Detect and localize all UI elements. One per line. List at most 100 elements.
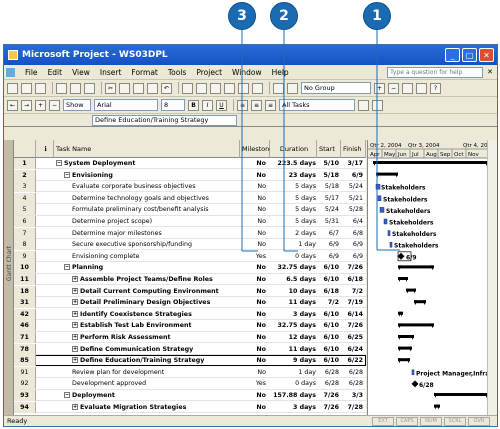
finish-cell[interactable]: 6/24 [341,344,363,355]
duration-cell[interactable]: 157.88 days [270,390,316,401]
milestone-cell[interactable]: No [240,274,266,285]
expand-icon[interactable]: + [72,299,78,306]
assign-resources-icon[interactable] [252,82,263,94]
duration-cell[interactable]: 0 days [270,378,316,389]
row-id[interactable]: 1 [14,158,36,169]
duration-cell[interactable]: 0 days [270,251,316,262]
milestone-cell[interactable]: No [240,228,266,239]
finish-cell[interactable]: 5/21 [341,193,363,204]
header-task-name[interactable]: Task Name [54,140,240,158]
row-id[interactable]: 91 [14,366,36,378]
finish-cell[interactable]: 5/24 [341,181,363,192]
task-name[interactable]: + Define Communication Strategy [56,344,238,355]
start-cell[interactable]: 6/9 [317,251,339,262]
row-id[interactable]: 42 [14,308,36,320]
finish-cell[interactable]: 6/25 [341,332,363,343]
help-icon[interactable]: ? [430,82,441,94]
finish-cell[interactable]: 6/28 [341,378,363,389]
task-name[interactable]: − Deployment [56,390,238,401]
milestone-cell[interactable]: Yes [240,251,266,262]
goto-task-icon[interactable] [402,82,413,94]
task-name[interactable]: Evaluate corporate business objectives [56,181,238,192]
outdent-icon[interactable]: ← [7,99,18,111]
task-row[interactable]: 2− Envisioning No 23 days 5/18 6/9 [14,169,366,181]
duration-cell[interactable]: 12 days [270,332,316,343]
task-row[interactable]: 46 + Establish Test Lab Environment No 32.75… [14,320,366,332]
task-row[interactable]: 1− System Deployment No 223.5 days 5/10 3/17 [14,158,366,170]
finish-cell[interactable]: 7/26 [341,320,363,331]
open-icon[interactable] [21,82,32,94]
task-info-icon[interactable] [224,82,235,94]
menu-edit[interactable]: Edit [48,68,63,77]
row-id[interactable]: 92 [14,378,36,390]
hide-subtasks-icon[interactable]: − [49,99,60,111]
task-name[interactable]: + Define Education/Training Strategy [56,355,238,366]
header-finish[interactable]: Finish [341,140,366,158]
start-cell[interactable]: 5/18 [317,170,339,181]
duration-cell[interactable]: 11 days [270,297,316,308]
row-id[interactable]: 94 [14,401,36,413]
row-id[interactable]: 71 [14,332,36,343]
milestone-cell[interactable]: No [240,309,266,320]
expand-icon[interactable]: + [72,345,78,352]
align-left-icon[interactable]: ≡ [237,99,248,111]
start-cell[interactable]: 6/10 [317,344,339,355]
task-row[interactable]: 6 Determine project scope) No 5 days 5/31 6/4 [14,216,366,228]
expand-icon[interactable]: + [72,334,78,340]
zoom-in-icon[interactable]: + [374,82,385,94]
duration-cell[interactable]: 5 days [270,193,316,204]
row-id[interactable]: 10 [14,262,36,274]
task-name[interactable]: Determine major milestones [56,228,238,239]
row-id[interactable]: 85 [14,355,36,367]
align-center-icon[interactable]: ≡ [251,99,262,111]
header-start[interactable]: Start [317,140,341,158]
milestone-cell[interactable]: No [240,239,266,250]
duration-cell[interactable]: 9 days [270,355,316,366]
milestone-cell[interactable]: Yes [240,378,266,389]
copy-picture-icon[interactable] [287,82,298,94]
task-name[interactable]: + Identify Coexistence Strategies [56,309,238,320]
task-row[interactable]: 92 Development approved Yes 0 days 6/28 6/28 [14,378,366,390]
finish-cell[interactable]: 6/9 [341,251,363,262]
finish-cell[interactable]: 6/28 [341,367,363,378]
milestone-cell[interactable]: No [240,262,266,273]
milestone-cell[interactable]: No [240,344,266,355]
header-duration[interactable]: Duration [270,140,317,158]
milestone-cell[interactable]: No [240,286,266,297]
new-icon[interactable] [7,82,18,94]
split-icon[interactable] [210,82,221,94]
menu-insert[interactable]: Insert [100,68,122,77]
task-name[interactable]: + Detail Current Computing Environment [56,286,238,297]
save-icon[interactable] [35,82,46,94]
task-row[interactable]: 85 + Define Education/Training Strategy No 9… [14,355,366,367]
start-cell[interactable]: 6/28 [317,378,339,389]
task-row[interactable]: 3 Evaluate corporate business objectives N… [14,181,366,193]
duration-cell[interactable]: 5 days [270,216,316,227]
duration-cell[interactable]: 5 days [270,204,316,215]
collapse-icon[interactable]: − [64,392,70,398]
row-id[interactable]: 7 [14,227,36,239]
spelling-icon[interactable] [84,82,95,94]
milestone-cell[interactable]: No [240,170,266,181]
task-name[interactable]: Review plan for development [56,367,238,378]
row-id[interactable]: 8 [14,239,36,251]
copy-icon[interactable] [119,82,130,94]
show-button[interactable]: Show [63,99,91,111]
finish-cell[interactable]: 3/17 [341,158,363,169]
milestone-cell[interactable]: No [240,320,266,331]
finish-cell[interactable]: 7/28 [341,402,363,413]
duration-cell[interactable]: 3 days [270,402,316,413]
task-name[interactable]: − Envisioning [56,170,238,181]
start-cell[interactable]: 7/26 [317,402,339,413]
row-id[interactable]: 18 [14,285,36,297]
task-row[interactable]: 7 Determine major milestones No 2 days 6/7 6/… [14,227,366,239]
duration-cell[interactable]: 2 days [270,228,316,239]
row-id[interactable]: 46 [14,320,36,332]
milestone-cell[interactable]: No [240,367,266,378]
show-subtasks-icon[interactable]: + [35,99,46,111]
start-cell[interactable]: 5/17 [317,193,339,204]
duration-cell[interactable]: 32.75 days [270,262,316,273]
start-cell[interactable]: 6/10 [317,355,339,366]
start-cell[interactable]: 5/31 [317,216,339,227]
help-search-input[interactable]: Type a question for help [387,66,484,78]
